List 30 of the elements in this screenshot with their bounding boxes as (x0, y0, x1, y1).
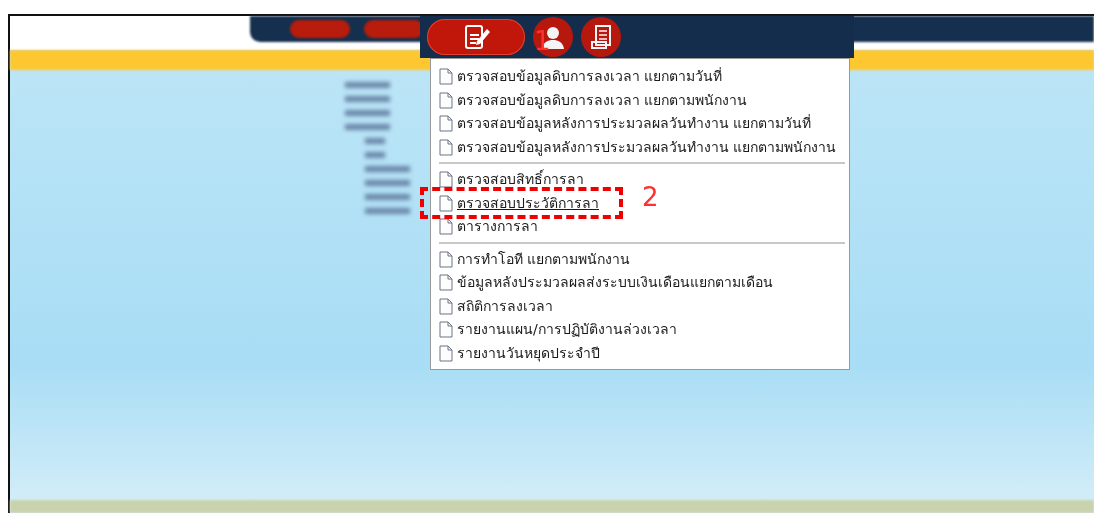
step-number: 1 (534, 28, 551, 54)
menu-item[interactable]: รายงานวันหยุดประจำปี (457, 342, 600, 364)
document-icon (439, 321, 453, 339)
document-icon (439, 344, 453, 362)
document-icon (439, 194, 453, 212)
document-icon (439, 218, 453, 236)
document-icon (439, 171, 453, 189)
menu-item[interactable]: ข้อมูลหลังประมวลผลส่งระบบเงินเดือนแยกตามเดือน (457, 272, 773, 294)
menu-item[interactable]: ตรวจสอบข้อมูลหลังการประมวลผลวันทำงาน แยกตามพนักงาน (457, 136, 837, 158)
report-button[interactable] (581, 17, 621, 57)
menu-item[interactable]: ตรวจสอบข้อมูลดิบการลงเวลา แยกตามวันที่ (457, 66, 723, 88)
menu-item[interactable]: ตารางการลา (457, 216, 538, 238)
menu-item[interactable]: ตรวจสอบประวัติการลา (457, 192, 599, 214)
document-icon (439, 138, 453, 156)
user-button[interactable] (533, 17, 573, 57)
document-icon (439, 91, 453, 109)
document-icon (439, 250, 453, 268)
menu-item[interactable]: รายงานแผน/การปฏิบัติงานล่วงเวลา (457, 319, 677, 341)
menu-item[interactable]: ตรวจสอบสิทธิ์การลา (457, 169, 584, 191)
document-icon (439, 274, 453, 292)
document-icon (439, 115, 453, 133)
document-icon (439, 297, 453, 315)
report-menu-button[interactable] (427, 19, 525, 55)
document-icon (439, 68, 453, 86)
menu-item[interactable]: ตรวจสอบข้อมูลดิบการลงเวลา แยกตามพนักงาน (457, 89, 748, 111)
menu-item[interactable]: ตรวจสอบข้อมูลหลังการประมวลผลวันทำงาน แยกตามวันที่ (457, 113, 812, 135)
step-number: 2 (642, 184, 659, 210)
report-icon (589, 24, 613, 50)
menu-item[interactable]: สถิติการลงเวลา (457, 295, 553, 317)
menu-item[interactable]: การทำโอที แยกตามพนักงาน (457, 248, 631, 270)
